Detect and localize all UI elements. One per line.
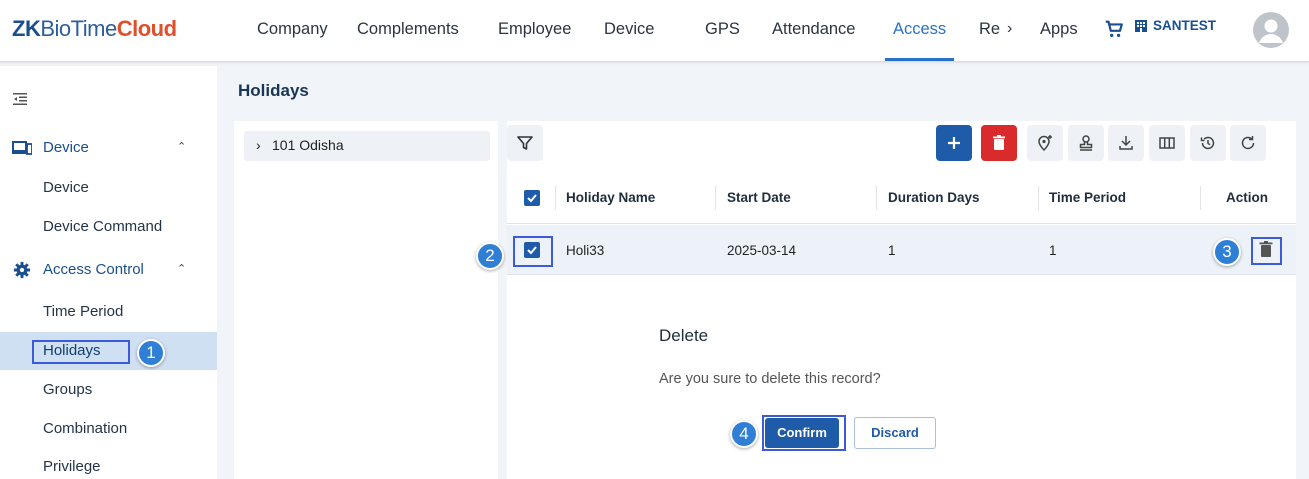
user-avatar[interactable] [1253,12,1289,48]
app-logo[interactable]: ZKBioTimeCloud [12,16,177,42]
column-divider [876,186,877,210]
highlight-holidays [32,340,130,364]
sidebar-item-label: Groups [43,381,93,398]
sidebar-item-label: Device [43,179,89,196]
column-duration-days[interactable]: Duration Days [888,190,980,205]
add-location-button[interactable] [1027,125,1063,161]
nav-next-icon[interactable]: › [1007,0,1012,58]
column-divider [715,186,716,210]
grid-panel: Holiday Name Start Date Duration Days Ti… [507,121,1296,479]
nav-employee[interactable]: Employee [498,0,571,62]
device-icon [12,141,32,155]
nav-reports[interactable]: Re [979,0,1000,62]
refresh-icon [1241,136,1255,150]
columns-icon [1159,137,1175,149]
dialog-title: Delete [659,326,709,345]
callout-2: 2 [476,242,504,270]
chevron-up-icon: ⌃ [177,263,187,275]
delete-button[interactable] [981,125,1017,161]
cart-icon[interactable] [1103,18,1125,40]
check-icon [527,194,537,203]
sidebar-item-label: Privilege [43,458,101,475]
download-icon [1119,136,1133,150]
sidebar-item-device[interactable]: Device [0,169,217,207]
nav-device[interactable]: Device [604,0,654,62]
page-title: Holidays [238,81,309,100]
filter-icon [517,136,533,150]
select-all-checkbox[interactable] [524,190,540,206]
nav-company[interactable]: Company [257,0,328,62]
tree-panel: › 101 Odisha [234,121,498,479]
cell-duration-days: 1 [888,243,896,258]
column-divider [555,186,556,210]
highlight-row-checkbox [513,236,553,267]
column-action: Action [1226,190,1268,205]
callout-4: 4 [730,420,758,448]
table-header: Holiday Name Start Date Duration Days Ti… [507,172,1296,224]
sidebar-item-label: Device Command [43,218,163,235]
logo-suffix: Cloud [116,16,177,41]
sidebar-group-label: Device [43,139,89,156]
tree-item-label: 101 Odisha [272,137,344,153]
company-name: SANTEST [1153,18,1217,33]
sidebar-item-label: Time Period [43,303,124,320]
sidebar-group-label: Access Control [43,261,144,278]
table-row[interactable]: Holi33 2025-03-14 1 1 [507,225,1296,275]
export-button[interactable] [1108,125,1144,161]
plus-icon [948,137,960,149]
sidebar-item-groups[interactable]: Groups [0,371,217,409]
tree-item[interactable]: › 101 Odisha [244,131,490,161]
columns-button[interactable] [1149,125,1185,161]
history-icon [1200,136,1215,150]
cell-time-period: 1 [1049,243,1057,258]
sidebar-item-time-period[interactable]: Time Period [0,293,217,331]
add-button[interactable] [936,125,972,161]
sidebar: Device ⌃ Device Device Command Access Co… [0,66,217,479]
chevron-up-icon: ⌃ [177,141,187,153]
highlight-confirm [762,415,846,451]
column-holiday-name[interactable]: Holiday Name [566,190,655,205]
user-icon [1259,19,1283,43]
column-divider [1038,186,1039,210]
nav-complements[interactable]: Complements [357,0,459,62]
discard-button[interactable]: Discard [854,417,936,449]
sidebar-item-device-command[interactable]: Device Command [0,208,217,246]
cell-start-date: 2025-03-14 [727,243,797,258]
column-start-date[interactable]: Start Date [727,190,791,205]
column-divider [1200,186,1201,210]
chevron-right-icon: › [256,137,261,153]
building-icon [1135,20,1147,32]
top-bar: ZKBioTimeCloud Company Complements Emplo… [0,0,1309,62]
trash-icon [993,135,1005,150]
highlight-row-delete [1251,237,1282,265]
cell-holiday-name: Holi33 [566,243,605,258]
sidebar-group-access-control[interactable]: Access Control ⌃ [0,258,217,282]
column-time-period[interactable]: Time Period [1049,190,1126,205]
callout-1: 1 [137,339,165,367]
stamp-button[interactable] [1068,125,1104,161]
history-button[interactable] [1190,125,1226,161]
dialog-message: Are you sure to delete this record? [659,371,881,387]
nav-access[interactable]: Access [884,0,955,62]
sidebar-item-combination[interactable]: Combination [0,410,217,448]
stamp-icon [1079,135,1093,151]
collapse-menu-icon[interactable] [13,92,27,106]
logo-middle: BioTime [40,16,117,41]
logo-prefix: ZK [12,16,41,41]
sidebar-group-device[interactable]: Device ⌃ [0,136,217,160]
nav-apps[interactable]: Apps [1040,0,1078,62]
filter-button[interactable] [507,125,543,161]
gear-icon [13,261,31,279]
refresh-button[interactable] [1230,125,1266,161]
nav-gps[interactable]: GPS [705,0,740,62]
sidebar-item-label: Combination [43,420,128,437]
location-add-icon [1038,135,1052,152]
sidebar-item-privilege[interactable]: Privilege [0,448,217,479]
callout-3: 3 [1213,238,1241,266]
company-switcher[interactable]: SANTEST [1133,17,1216,33]
nav-attendance[interactable]: Attendance [772,0,855,62]
